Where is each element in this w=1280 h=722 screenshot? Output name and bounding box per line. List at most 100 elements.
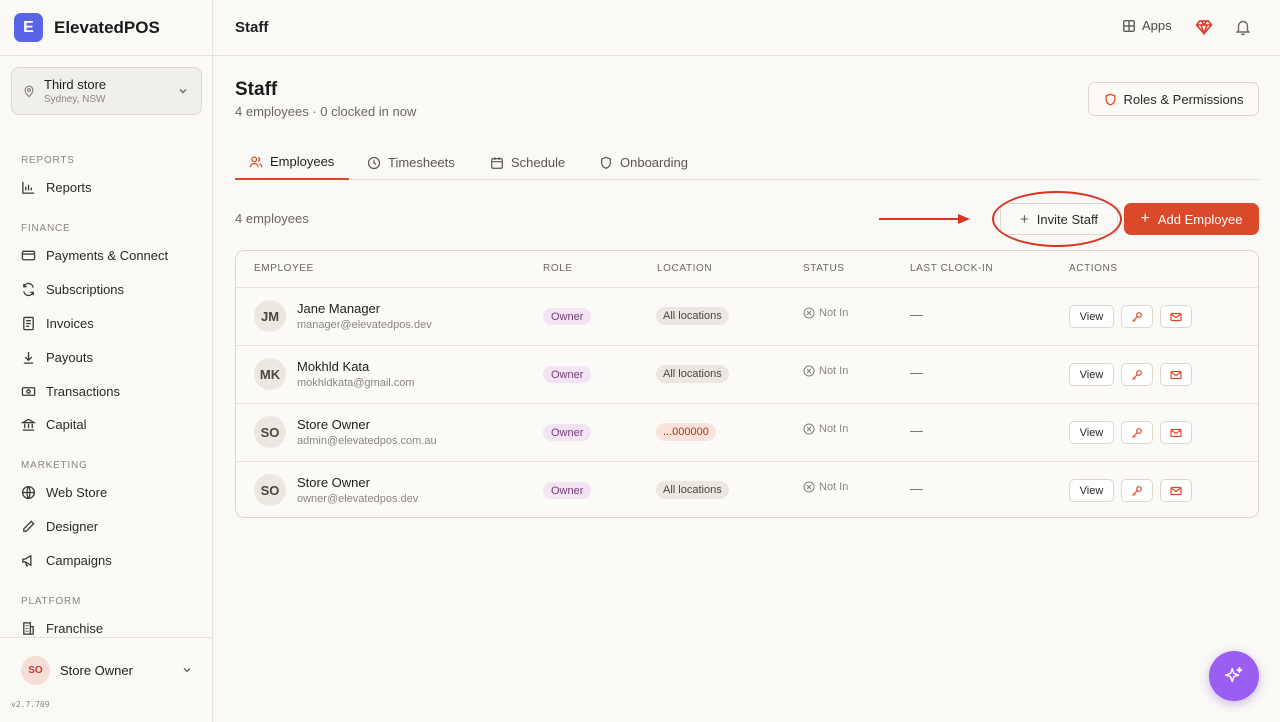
sidebar-item-label: Capital	[46, 416, 87, 432]
sidebar-item-invoices[interactable]: Invoices	[0, 307, 212, 339]
key-icon	[1132, 427, 1142, 438]
employee-name[interactable]: Store Owner	[297, 417, 370, 432]
x-circle-icon	[803, 365, 815, 377]
sidebar-item-label: Web Store	[46, 484, 108, 500]
view-button[interactable]: View	[1069, 479, 1114, 502]
roles-permissions-button[interactable]: Roles & Permissions	[1088, 82, 1259, 116]
tab-schedule[interactable]: Schedule	[490, 145, 565, 180]
table-row[interactable]: SO Store Owner owner@elevatedpos.dev Own…	[236, 462, 1258, 517]
ai-assistant-button[interactable]	[1209, 651, 1259, 701]
sidebar-item-label: Invoices	[46, 315, 94, 331]
add-employee-button[interactable]: + Add Employee	[1124, 203, 1259, 235]
reset-pin-button[interactable]	[1121, 479, 1153, 502]
reset-pin-button[interactable]	[1121, 363, 1153, 386]
view-button[interactable]: View	[1069, 305, 1114, 328]
x-circle-icon	[803, 423, 815, 435]
apps-button[interactable]: Apps	[1122, 18, 1172, 33]
shield-icon	[601, 156, 611, 169]
invite-staff-button[interactable]: + Invite Staff	[1000, 203, 1118, 235]
email-button[interactable]	[1160, 421, 1192, 444]
tab-employees[interactable]: Employees	[235, 145, 349, 180]
download-arrow-icon	[23, 351, 34, 364]
column-header-status[interactable]: STATUS	[803, 263, 845, 274]
email-button[interactable]	[1160, 305, 1192, 328]
invoice-icon	[23, 316, 34, 330]
sidebar-item-webstore[interactable]: Web Store	[0, 476, 212, 508]
last-clock-in: —	[910, 423, 923, 438]
avatar: JM	[254, 300, 286, 332]
sidebar-item-payouts[interactable]: Payouts	[0, 341, 212, 373]
location-badge: All locations	[656, 307, 729, 325]
sidebar-item-label: Payments & Connect	[46, 247, 169, 263]
column-header-location[interactable]: LOCATION	[657, 263, 712, 274]
email-button[interactable]	[1160, 479, 1192, 502]
employee-email: manager@elevatedpos.dev	[297, 319, 432, 331]
sidebar-item-campaigns[interactable]: Campaigns	[0, 544, 212, 576]
bank-icon	[21, 418, 36, 431]
reset-pin-button[interactable]	[1121, 421, 1153, 444]
apps-label: Apps	[1142, 18, 1172, 33]
column-header-role[interactable]: ROLE	[543, 263, 573, 274]
tab-label: Timesheets	[388, 155, 455, 170]
column-header-last-clock-in[interactable]: LAST CLOCK-IN	[910, 263, 993, 274]
gem-icon[interactable]	[1195, 18, 1213, 36]
nav-section-reports: REPORTS	[21, 155, 75, 166]
sparkles-icon	[1225, 667, 1243, 683]
employee-email: owner@elevatedpos.dev	[297, 493, 419, 505]
employee-name[interactable]: Store Owner	[297, 475, 370, 490]
key-icon	[1132, 311, 1142, 322]
tab-bar: Employees Timesheets Schedule Onboarding	[235, 145, 1259, 180]
sidebar-item-capital[interactable]: Capital	[0, 408, 212, 440]
megaphone-icon	[22, 554, 32, 566]
store-selector[interactable]: Third store Sydney, NSW	[11, 67, 202, 115]
sidebar-item-franchise[interactable]: Franchise	[0, 612, 212, 636]
sidebar-item-designer[interactable]: Designer	[0, 510, 212, 542]
table-row[interactable]: JM Jane Manager manager@elevatedpos.dev …	[236, 288, 1258, 346]
brand-header[interactable]: E ElevatedPOS	[0, 0, 212, 56]
mail-icon	[1170, 312, 1182, 321]
x-circle-icon	[803, 307, 815, 319]
tab-onboarding[interactable]: Onboarding	[599, 145, 688, 180]
sidebar-item-label: Designer	[46, 518, 99, 534]
sidebar-footer: SO Store Owner v2.7.709	[0, 637, 212, 722]
credit-card-icon	[21, 250, 36, 260]
table-row[interactable]: SO Store Owner admin@elevatedpos.com.au …	[236, 404, 1258, 462]
user-menu[interactable]: SO Store Owner	[21, 655, 193, 685]
main-content: Staff 4 employees · 0 clocked in now Rol…	[213, 57, 1280, 722]
mail-icon	[1170, 486, 1182, 495]
sidebar-item-reports[interactable]: Reports	[0, 171, 212, 203]
key-icon	[1132, 369, 1142, 380]
avatar: SO	[254, 474, 286, 506]
pen-icon	[23, 519, 35, 532]
email-button[interactable]	[1160, 363, 1192, 386]
store-name: Third store	[44, 77, 107, 92]
employee-name[interactable]: Mokhld Kata	[297, 359, 369, 374]
users-icon	[249, 155, 263, 167]
annotation-arrow-icon	[879, 214, 970, 224]
sidebar-item-payments[interactable]: Payments & Connect	[0, 239, 212, 271]
table-row[interactable]: MK Mokhld Kata mokhldkata@gmail.com Owne…	[236, 346, 1258, 404]
sidebar-item-label: Subscriptions	[46, 281, 125, 297]
view-button[interactable]: View	[1069, 421, 1114, 444]
brand-name: ElevatedPOS	[54, 17, 160, 37]
status-label: Not In	[819, 481, 849, 493]
bell-icon[interactable]	[1234, 18, 1252, 36]
view-button[interactable]: View	[1069, 363, 1114, 386]
employee-name[interactable]: Jane Manager	[297, 301, 380, 316]
reset-pin-button[interactable]	[1121, 305, 1153, 328]
sidebar-item-label: Reports	[46, 179, 92, 195]
building-icon	[23, 621, 34, 635]
roles-permissions-label: Roles & Permissions	[1123, 91, 1244, 107]
employees-table: EMPLOYEE ROLE LOCATION STATUS LAST CLOCK…	[235, 250, 1259, 518]
status-badge: Not In	[803, 481, 848, 493]
sidebar-item-transactions[interactable]: Transactions	[0, 375, 212, 407]
sidebar-item-subscriptions[interactable]: Subscriptions	[0, 273, 212, 305]
role-badge: Owner	[543, 482, 592, 499]
avatar: MK	[254, 358, 286, 390]
tab-timesheets[interactable]: Timesheets	[367, 145, 455, 180]
refresh-icon	[23, 282, 34, 296]
column-header-employee[interactable]: EMPLOYEE	[254, 263, 314, 274]
add-employee-label: Add Employee	[1157, 211, 1243, 227]
avatar: SO	[21, 655, 50, 685]
user-name: Store Owner	[60, 662, 133, 678]
